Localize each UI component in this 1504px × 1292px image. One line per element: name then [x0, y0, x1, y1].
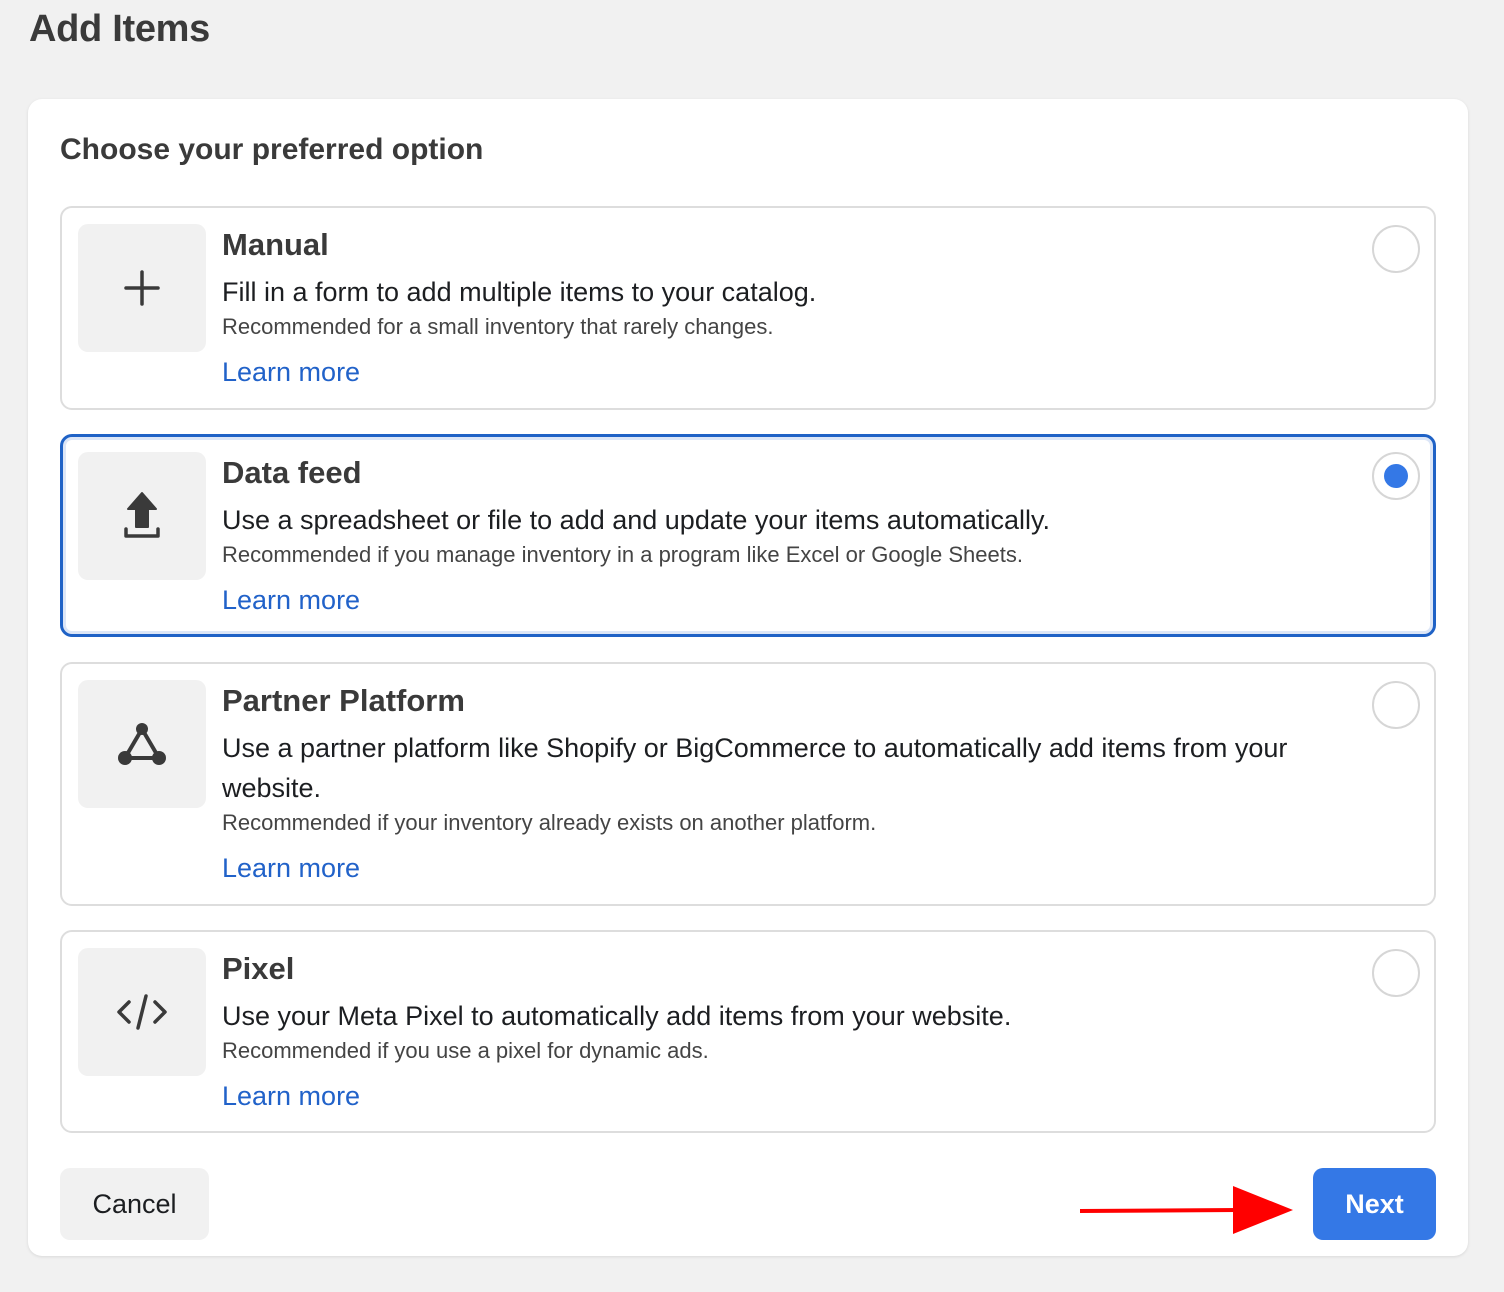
option-recommendation: Recommended if you manage inventory in a…: [222, 542, 1023, 567]
option-icon-box: [78, 452, 206, 580]
learn-more-link[interactable]: Learn more: [222, 354, 360, 390]
option-icon-box: [78, 948, 206, 1076]
option-partner-platform[interactable]: Partner Platform Use a partner platform …: [60, 662, 1436, 906]
option-description: Use a spreadsheet or file to add and upd…: [222, 505, 1050, 535]
code-icon: [117, 994, 167, 1030]
radio-button-pixel[interactable]: [1372, 949, 1420, 997]
red-arrow-annotation-icon: [1079, 1186, 1293, 1234]
option-data-feed[interactable]: Data feed Use a spreadsheet or file to a…: [60, 434, 1436, 637]
add-items-card: Choose your preferred option Manual Fill…: [28, 99, 1468, 1256]
option-manual[interactable]: Manual Fill in a form to add multiple it…: [60, 206, 1436, 410]
option-title: Data feed: [222, 455, 362, 490]
option-pixel[interactable]: Pixel Use your Meta Pixel to automatical…: [60, 930, 1436, 1133]
next-button[interactable]: Next: [1313, 1168, 1436, 1240]
option-description: Use a partner platform like Shopify or B…: [222, 733, 1288, 803]
page-title: Add Items: [29, 8, 210, 50]
option-icon-box: [78, 680, 206, 808]
option-title: Pixel: [222, 951, 295, 986]
radio-button-partner-platform[interactable]: [1372, 681, 1420, 729]
learn-more-link[interactable]: Learn more: [222, 850, 360, 886]
option-title: Partner Platform: [222, 683, 465, 718]
option-recommendation: Recommended if you use a pixel for dynam…: [222, 1038, 709, 1063]
plus-icon: [124, 270, 160, 306]
cancel-button[interactable]: Cancel: [60, 1168, 209, 1240]
upload-icon: [124, 492, 160, 538]
learn-more-link[interactable]: Learn more: [222, 1078, 360, 1114]
network-triangle-icon: [118, 723, 166, 765]
option-description: Use your Meta Pixel to automatically add…: [222, 1001, 1012, 1031]
option-recommendation: Recommended if your inventory already ex…: [222, 810, 877, 835]
option-icon-box: [78, 224, 206, 352]
learn-more-link[interactable]: Learn more: [222, 582, 360, 618]
option-description: Fill in a form to add multiple items to …: [222, 277, 817, 307]
card-heading: Choose your preferred option: [60, 133, 484, 166]
option-recommendation: Recommended for a small inventory that r…: [222, 314, 774, 339]
radio-button-manual[interactable]: [1372, 225, 1420, 273]
radio-selected-dot: [1384, 464, 1408, 488]
radio-button-data-feed[interactable]: [1372, 452, 1420, 500]
option-title: Manual: [222, 227, 329, 262]
